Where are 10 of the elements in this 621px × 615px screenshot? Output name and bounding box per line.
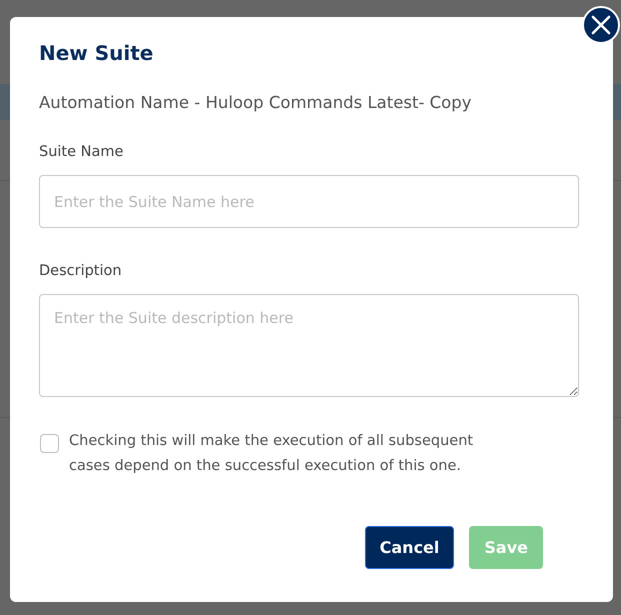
dialog-title: New Suite: [39, 40, 154, 67]
dependency-checkbox[interactable]: [40, 434, 59, 453]
cancel-button[interactable]: Cancel: [364, 526, 454, 569]
automation-name-text: Automation Name - Huloop Commands Latest- Copy: [39, 92, 473, 114]
checkbox-label: Checking this will make the execution of all subsequent cases depend on the successful execution of this one.: [69, 432, 474, 476]
close-icon: [590, 14, 612, 36]
field-label: Suite Name: [39, 143, 124, 162]
suite-name-input[interactable]: Enter the Suite Name here: [39, 175, 579, 228]
field-label: Description: [39, 262, 123, 281]
description-textarea[interactable]: Enter the Suite description here: [39, 294, 579, 397]
